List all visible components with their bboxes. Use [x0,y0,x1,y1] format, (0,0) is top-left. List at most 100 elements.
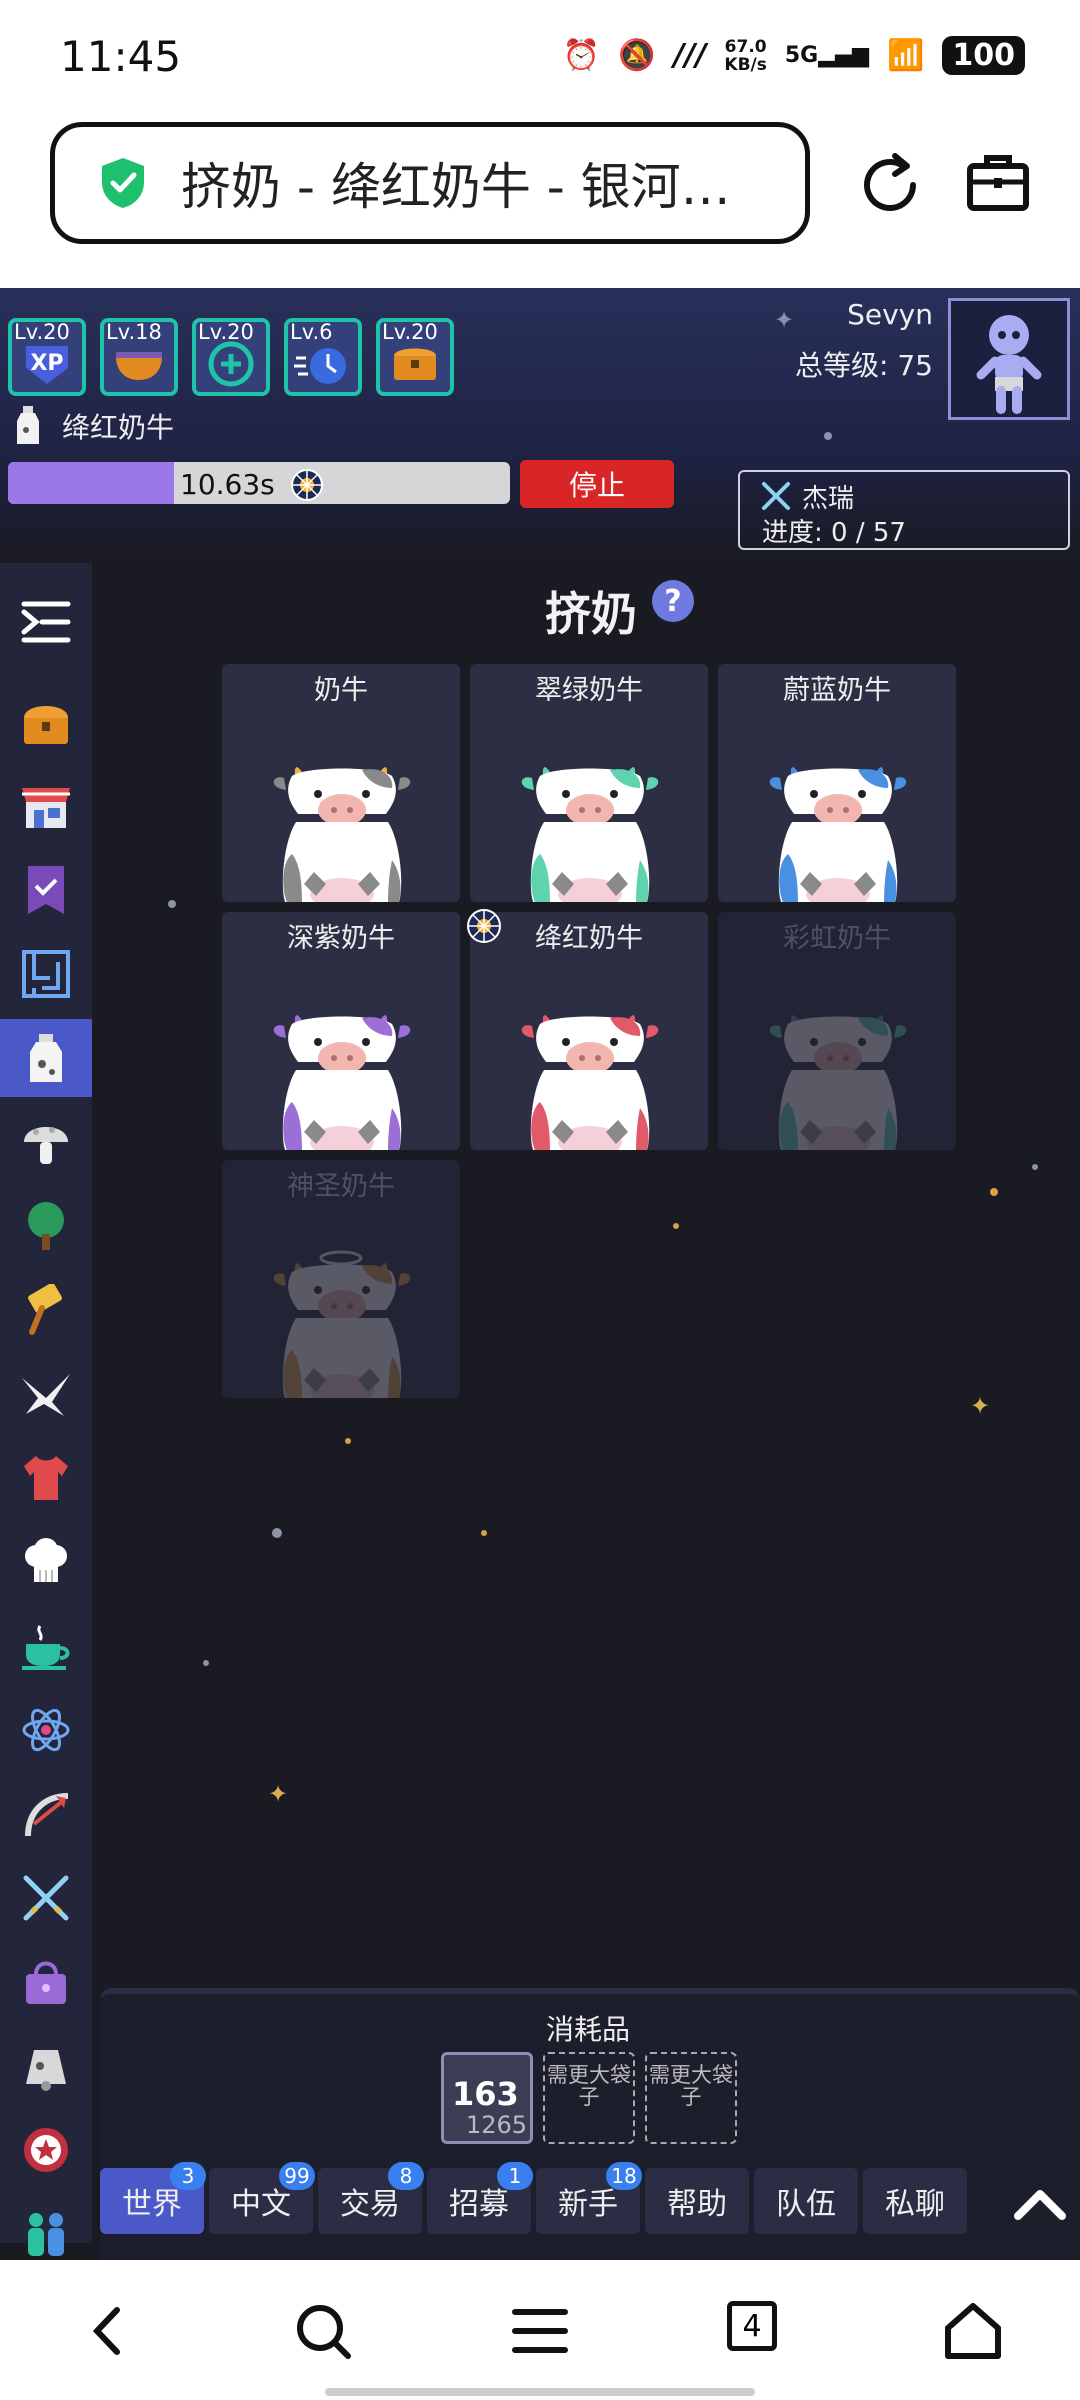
cow-tile[interactable]: 绛红奶牛 [470,912,708,1150]
quest-tracker[interactable]: 杰瑞 进度: 0 / 57 [738,470,1070,550]
game-area: ✦ ✦ ✦ Lv.20 XP Lv.18 Lv.20 Lv.6 Lv.20 Se… [0,288,1080,2260]
sidebar-item-shop[interactable] [0,1943,92,2021]
consumables-title: 消耗品 [546,2013,631,2046]
item-total: 1265 [466,2111,528,2139]
sidebar-item-combat[interactable] [0,1859,92,1937]
sidebar-item-cowbell-store[interactable] [0,2027,92,2105]
address-bar[interactable]: 挤奶 - 绛红奶牛 - 银河… [50,122,810,244]
cow-tile[interactable]: 彩虹奶牛 [718,912,956,1150]
toolbox-icon[interactable] [965,150,1031,216]
status-bar: 11:45 ⏰ 🔕 /// 67.0 KB/s 5G▂▄▆ 📶 100 [0,0,1080,110]
cow-name: 奶牛 [314,675,368,706]
chat-tab[interactable]: 新手 18 [536,2162,642,2234]
milk-bottle-icon [14,406,42,450]
tabs-button[interactable]: 4 [724,2298,790,2364]
clock-speed-icon [294,348,346,384]
sidebar-item-inventory[interactable] [0,683,92,761]
chat-tab-label: 帮助 [667,2187,727,2222]
sidebar-item-milking[interactable] [0,1019,92,1097]
sidebar-menu-toggle[interactable] [0,583,92,661]
stop-button[interactable]: 停止 [520,460,674,508]
menu-icon [21,601,71,643]
star-dot [168,900,176,908]
star-dot [203,1660,209,1666]
progress-time: 10.63s [180,468,275,501]
cow-icon [769,767,907,902]
sidebar-item-social[interactable] [0,2195,92,2260]
sidebar-item-guild[interactable] [0,2111,92,2189]
item-count: 163 [452,2075,519,2113]
chat-tab[interactable]: 招募 1 [427,2162,533,2234]
avatar[interactable] [948,298,1070,420]
chat-tab[interactable]: 帮助 [645,2168,749,2234]
status-icons: ⏰ 🔕 /// 67.0 KB/s 5G▂▄▆ 📶 100 [563,36,1025,75]
skill-badge-chest[interactable]: Lv.20 [376,318,454,396]
cow-tile[interactable]: 神圣奶牛 [222,1160,460,1398]
tab-count: 4 [727,2301,777,2351]
sidebar-item-brewing[interactable] [0,1607,92,1685]
sidebar-item-marketplace[interactable] [0,767,92,845]
chat-tab[interactable]: 交易 8 [318,2162,424,2234]
chat-tab[interactable]: 私聊 [863,2168,967,2234]
sidebar-item-labyrinth[interactable] [0,935,92,1013]
sidebar-item-enhancing[interactable] [0,1691,92,1769]
home-icon[interactable] [940,2298,1006,2364]
security-shield-icon [102,158,144,208]
unread-badge: 3 [170,2162,206,2190]
sidebar-item-ranged[interactable] [0,1775,92,1853]
cow-icon [521,767,659,902]
empty-consumable-slot[interactable]: 需更大袋子 [543,2052,635,2144]
sidebar-item-woodcutting[interactable] [0,1187,92,1265]
search-icon[interactable] [290,2298,356,2364]
skill-badge-plus[interactable]: Lv.20 [192,318,270,396]
wifi-icon: 📶 [887,38,925,73]
crossed-swords-icon [762,482,790,510]
atom-icon [22,1708,70,1752]
consumable-slot[interactable]: 163 1265 [441,2052,533,2144]
unread-badge: 1 [497,2162,533,2190]
sidebar-item-foraging[interactable] [0,1103,92,1181]
hd-icon: /// [673,38,707,73]
chat-tab[interactable]: 中文 99 [209,2162,315,2234]
mute-icon: 🔕 [618,38,656,73]
total-level: 总等级: 75 [795,349,933,382]
progress-fill [8,462,174,504]
star-dot [272,1528,282,1538]
cow-tile[interactable]: 翠绿奶牛 [470,664,708,902]
sidebar-item-tailoring[interactable] [0,1439,92,1517]
speed-wheel-icon [291,469,323,501]
shirt-icon [24,1456,68,1500]
back-icon[interactable] [75,2298,141,2364]
menu-icon[interactable] [507,2298,573,2364]
sidebar-item-crafting[interactable] [0,1355,92,1433]
username: Sevyn [847,298,933,331]
quest-name: 杰瑞 [802,484,855,514]
chat-tab[interactable]: 队伍 [754,2168,858,2234]
empty-consumable-slot[interactable]: 需更大袋子 [645,2052,737,2144]
swords-icon [23,1875,69,1921]
sparkle-icon: ✦ [970,1392,991,1420]
svg-text:XP: XP [30,351,63,376]
status-time: 11:45 [60,32,182,81]
cow-tile[interactable]: 奶牛 [222,664,460,902]
xp-icon: XP [26,346,68,384]
chevron-up-icon[interactable] [1010,2178,1070,2228]
cow-tile[interactable]: 蔚蓝奶牛 [718,664,956,902]
skill-badge-bowl[interactable]: Lv.18 [100,318,178,396]
skill-badge-speed[interactable]: Lv.6 [284,318,362,396]
skill-badge-xp[interactable]: Lv.20 XP [8,318,86,396]
reload-icon[interactable] [855,150,925,220]
cow-name: 彩虹奶牛 [783,923,891,954]
cow-name: 深紫奶牛 [287,923,395,954]
help-icon[interactable]: ? [652,580,694,622]
page-title: 挤奶 - 绛红奶牛 - 银河… [181,158,731,216]
star-dot [1032,1164,1038,1170]
cow-tile[interactable]: 深紫奶牛 [222,912,460,1150]
sparkle-icon: ✦ [774,306,795,334]
star-dot [990,1188,998,1196]
page-title: 挤奶 [545,587,637,641]
sidebar-item-cooking[interactable] [0,1523,92,1601]
chat-tab[interactable]: 世界 3 [100,2162,206,2234]
sidebar-item-cheesesmithing[interactable] [0,1271,92,1349]
sidebar-item-tasks[interactable] [0,851,92,929]
